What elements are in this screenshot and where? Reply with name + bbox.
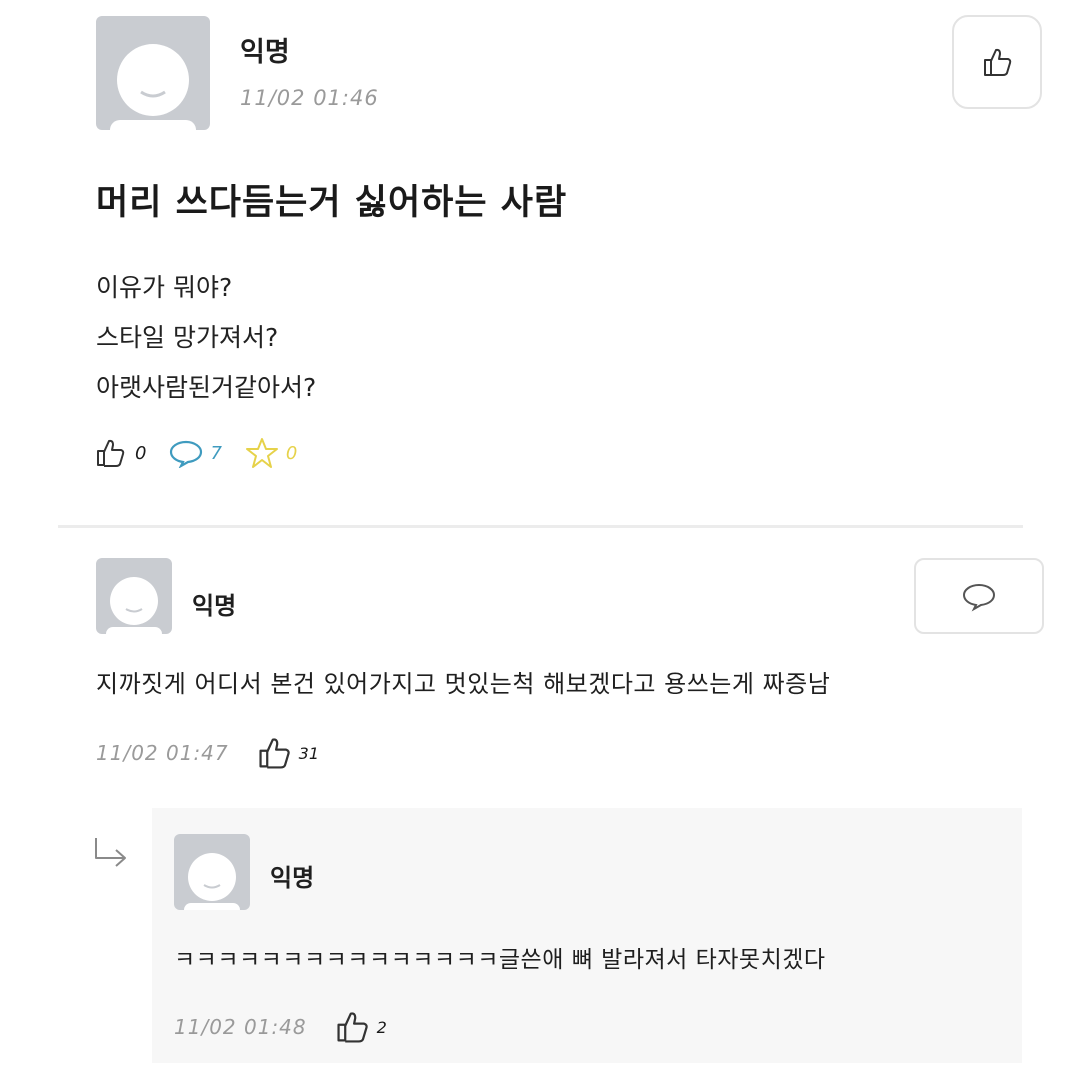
comment-meta: 11/02 01:47 31 [96,734,319,772]
like-count: 0 [135,442,147,464]
reply-meta: 11/02 01:48 2 [174,1008,387,1046]
comment-count: 7 [210,442,222,464]
reply-like-button[interactable]: 2 [333,1008,387,1046]
comment-author: 익명 [192,592,237,620]
post-body-line: 스타일 망가져서? [96,323,279,352]
reply-arrow-icon [95,838,126,867]
reply-button[interactable] [914,558,1044,634]
thumbs-up-icon [984,48,1012,76]
comment-time: 11/02 01:47 [96,741,229,765]
scrap-count: 0 [285,442,298,464]
post-title: 머리 쓰다듬는거 싫어하는 사람 [96,183,568,223]
post-body-line: 아랫사람된거같아서? [96,373,317,402]
speech-bubble-icon [962,583,996,612]
reply-author: 익명 [270,864,315,892]
post-comment-count[interactable]: 7 [168,438,222,468]
speech-bubble-icon [170,440,203,468]
post-time: 11/02 01:46 [240,86,379,110]
reply-text: ㅋㅋㅋㅋㅋㅋㅋㅋㅋㅋㅋㅋㅋㅋㅋ글쓴애 뼈 발라져서 타자못치겠다 [174,947,826,973]
thumbs-up-icon [337,1012,368,1043]
reply-time: 11/02 01:48 [174,1015,307,1039]
star-icon [245,438,278,468]
post-author: 익명 [240,37,290,68]
post-stats: 0 7 0 [93,436,319,470]
avatar-silhouette-icon [110,44,196,130]
comment-avatar [96,558,172,634]
comment-like-button[interactable]: 31 [255,734,319,772]
post-like-count[interactable]: 0 [93,436,146,470]
avatar-silhouette-icon [184,853,240,910]
thumbs-up-icon [259,738,290,769]
post-scrap-count[interactable]: 0 [244,436,297,470]
post-like-button[interactable] [952,15,1042,109]
reply-like-count: 2 [376,1017,387,1037]
post-avatar [96,16,210,130]
section-divider [58,525,1023,528]
thumbs-up-icon [97,439,125,467]
post-body-line: 이유가 뭐야? [96,273,233,302]
comment-text: 지까짓게 어디서 본건 있어가지고 멋있는척 해보겠다고 용쓰는게 짜증남 [96,670,831,698]
comment-like-count: 31 [298,743,319,763]
reply-avatar [174,834,250,910]
avatar-silhouette-icon [106,577,162,634]
